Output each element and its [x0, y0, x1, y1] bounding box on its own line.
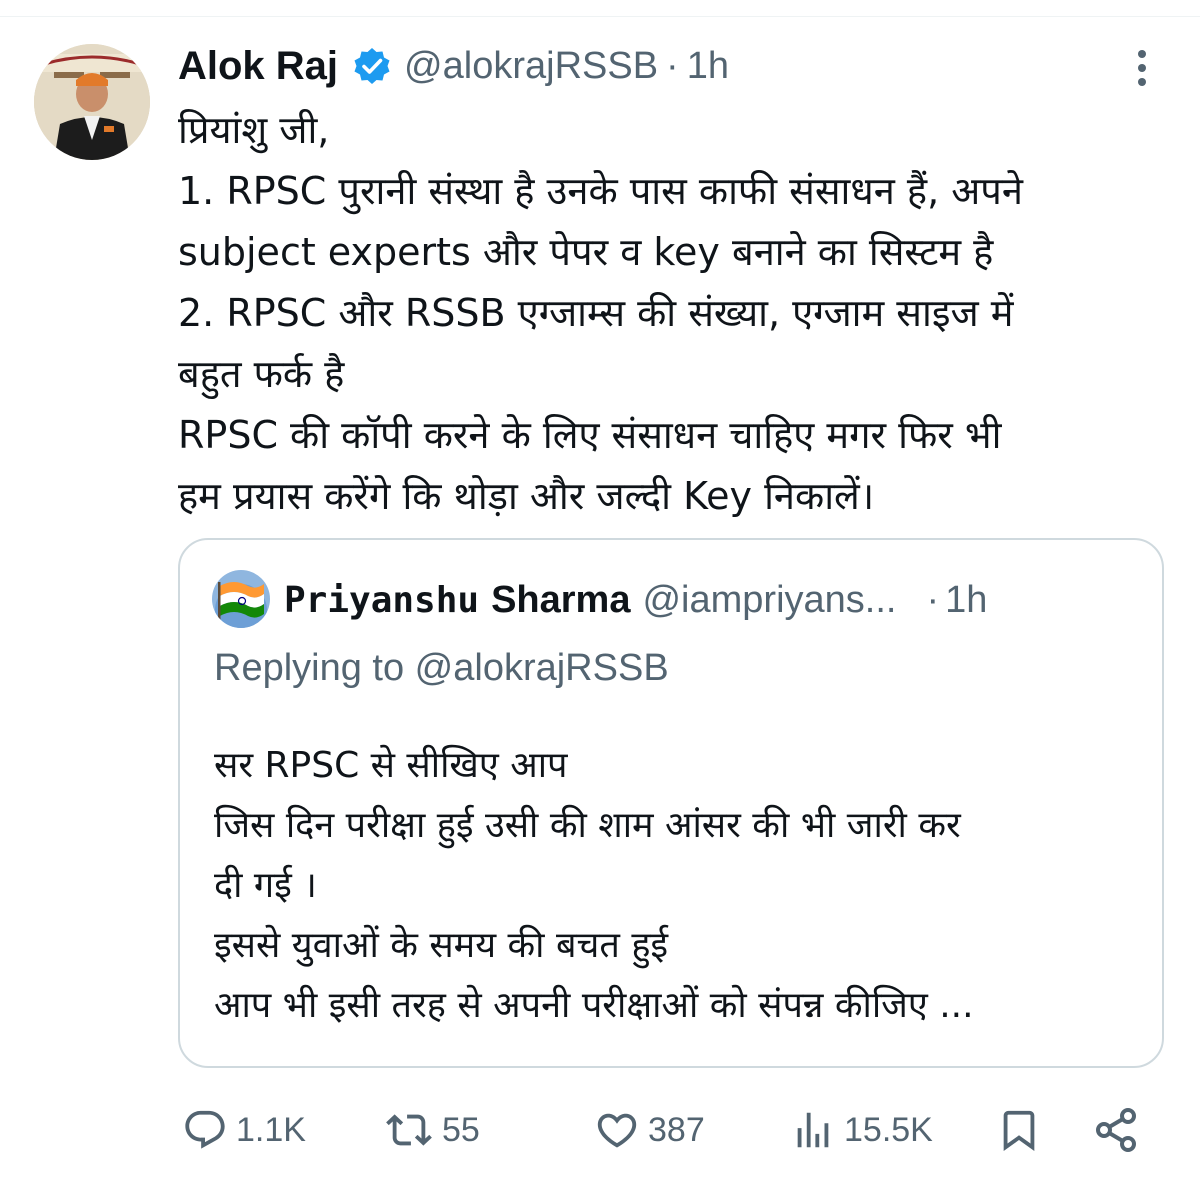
top-divider [0, 0, 1200, 17]
share-button[interactable] [1092, 1100, 1140, 1160]
tweet-text: प्रियांशु जी, 1. RPSC पुरानी संस्था है उ… [178, 100, 1168, 527]
reply-button[interactable]: 1.1K [182, 1100, 306, 1160]
tweet-time[interactable]: 1h [687, 45, 729, 88]
reply-count: 1.1K [236, 1110, 306, 1149]
share-icon [1096, 1108, 1136, 1152]
like-button[interactable]: 387 [594, 1100, 705, 1160]
header-separator: · [666, 44, 679, 87]
tweet-line: subject experts और पेपर व key बनाने का स… [178, 230, 994, 274]
tweet-line: 1. RPSC पुरानी संस्था है उनके पास काफी स… [178, 169, 1023, 213]
quoted-line: इससे युवाओं के समय की बचत हुई [214, 925, 669, 966]
quoted-line: सर RPSC से सीखिए आप [214, 745, 568, 786]
view-count: 15.5K [844, 1110, 933, 1149]
bookmark-icon [1003, 1110, 1035, 1151]
more-options-icon[interactable] [1128, 46, 1156, 90]
author-handle[interactable]: @alokrajRSSB [404, 45, 658, 88]
views-icon [797, 1112, 829, 1148]
quoted-line: जिस दिन परीक्षा हुई उसी की शाम आंसर की भ… [214, 805, 961, 846]
quoted-author-name-first[interactable]: Priyanshu [284, 580, 479, 621]
tweet-line: बहुत फर्क है [178, 352, 345, 396]
quoted-tweet-text: सर RPSC से सीखिए आप जिस दिन परीक्षा हुई … [214, 736, 1144, 1036]
quoted-author-handle[interactable]: @iampriyans... [642, 579, 896, 622]
author-avatar[interactable] [34, 44, 150, 160]
tweet-action-bar: 1.1K 55 387 15.5K [178, 1100, 1148, 1160]
retweet-icon [386, 1114, 432, 1146]
quoted-author-avatar[interactable] [212, 570, 270, 628]
like-count: 387 [648, 1110, 705, 1149]
tweet-line: RPSC की कॉपी करने के लिए संसाधन चाहिए मग… [178, 413, 1002, 457]
reply-icon [185, 1110, 225, 1149]
like-icon [597, 1113, 637, 1148]
author-name[interactable]: Alok Raj [178, 44, 338, 89]
quoted-author-name-last[interactable]: Sharma [491, 579, 630, 622]
verified-badge-icon [352, 46, 392, 86]
quoted-tweet-header: Priyanshu Sharma @iampriyans... · 1h [284, 570, 1134, 630]
quoted-header-separator: · [926, 578, 940, 621]
quoted-tweet-card[interactable]: Priyanshu Sharma @iampriyans... · 1h Rep… [178, 538, 1164, 1068]
tweet-line: प्रियांशु जी, [178, 108, 330, 152]
replying-to-label[interactable]: Replying to @alokrajRSSB [214, 640, 669, 696]
retweet-count: 55 [442, 1110, 480, 1149]
tweet-header: Alok Raj @alokrajRSSB · 1h [178, 38, 729, 94]
tweet-line: हम प्रयास करेंगे कि थोड़ा और जल्दी Key न… [178, 474, 875, 518]
quoted-tweet-time[interactable]: 1h [945, 579, 987, 622]
retweet-button[interactable]: 55 [384, 1100, 480, 1160]
quoted-line: आप भी इसी तरह से अपनी परीक्षाओं को संपन्… [214, 985, 974, 1026]
tweet-line: 2. RPSC और RSSB एग्जाम्स की संख्या, एग्ज… [178, 291, 1014, 335]
views-button[interactable]: 15.5K [790, 1100, 933, 1160]
quoted-line: दी गई । [214, 865, 317, 906]
bookmark-button[interactable] [996, 1100, 1042, 1160]
